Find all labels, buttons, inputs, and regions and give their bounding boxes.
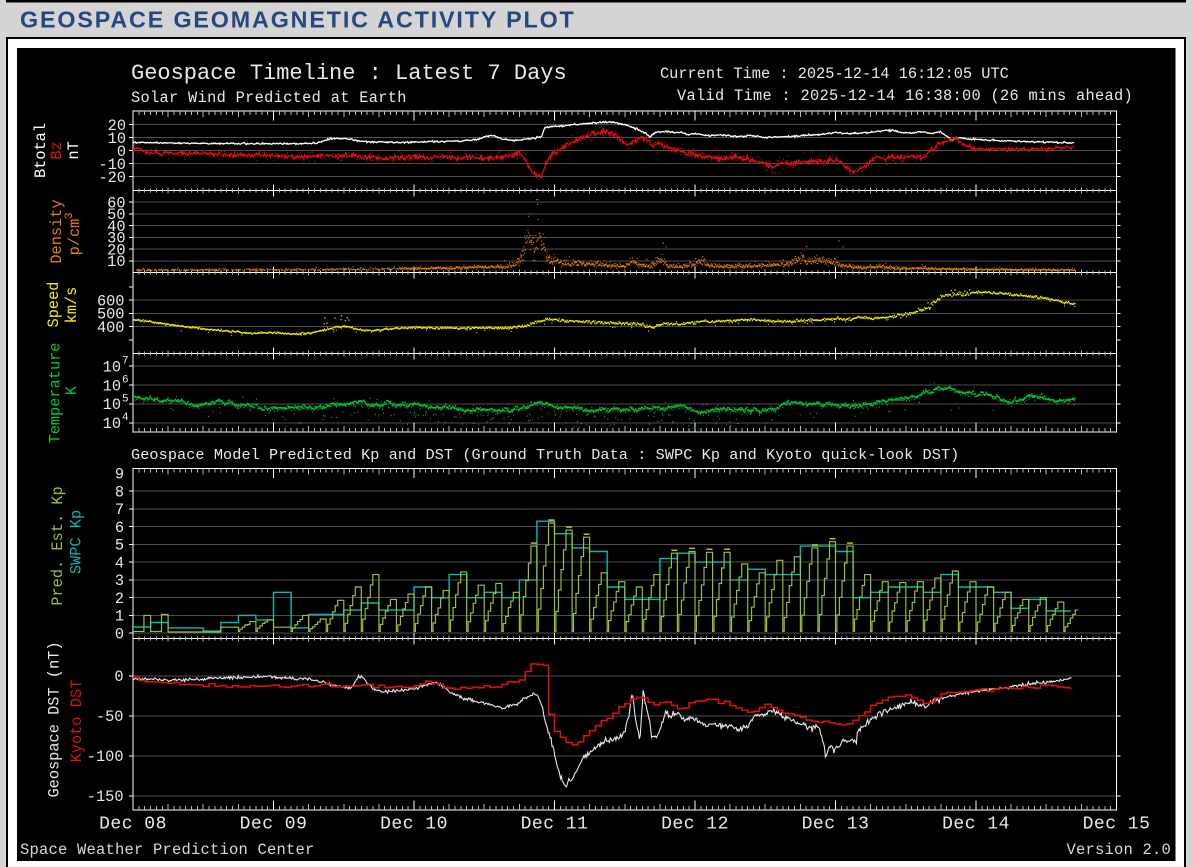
svg-text:-50: -50: [96, 708, 124, 726]
svg-text:10: 10: [103, 377, 121, 395]
svg-text:Density: Density: [48, 199, 66, 263]
svg-text:400: 400: [97, 319, 125, 337]
svg-text:-20: -20: [98, 169, 126, 187]
svg-text:nT: nT: [65, 141, 83, 159]
svg-text:Dec 08: Dec 08: [99, 815, 167, 835]
svg-text:10: 10: [107, 253, 125, 271]
svg-text:6: 6: [122, 375, 129, 387]
svg-text:Solar Wind Predicted at Earth: Solar Wind Predicted at Earth: [131, 89, 407, 107]
svg-text:5: 5: [122, 393, 129, 405]
svg-text:Geospace Model Predicted Kp an: Geospace Model Predicted Kp and DST (Gro…: [131, 446, 959, 464]
svg-text:3: 3: [115, 572, 124, 590]
svg-text:GEOSPACE GEOMAGNETIC ACTIVITY: GEOSPACE GEOMAGNETIC ACTIVITY PLOT: [20, 7, 576, 33]
svg-text:Dec 14: Dec 14: [942, 815, 1010, 835]
svg-text:10: 10: [103, 396, 121, 414]
svg-text:km/s: km/s: [63, 287, 81, 324]
svg-text:Dec 10: Dec 10: [380, 815, 448, 835]
svg-text:Bz: Bz: [48, 141, 66, 159]
svg-text:10: 10: [103, 415, 121, 433]
svg-text:4: 4: [122, 412, 129, 424]
svg-text:SWPC Kp: SWPC Kp: [68, 510, 86, 574]
svg-text:p/cm: p/cm: [66, 219, 84, 256]
svg-text:Dec 09: Dec 09: [240, 815, 308, 835]
svg-text:1: 1: [115, 608, 124, 626]
svg-text:2: 2: [115, 590, 124, 608]
svg-text:Temperature: Temperature: [47, 343, 65, 444]
svg-text:Dec 15: Dec 15: [1083, 815, 1151, 835]
svg-text:8: 8: [115, 483, 124, 501]
svg-text:5: 5: [115, 537, 124, 555]
svg-text:Kyoto DST: Kyoto DST: [68, 680, 86, 763]
svg-text:3: 3: [64, 212, 76, 219]
svg-text:Version 2.0: Version 2.0: [1066, 841, 1171, 859]
svg-text:Current Time : 2025-12-14 16:1: Current Time : 2025-12-14 16:12:05 UTC: [660, 65, 1009, 83]
svg-text:Valid Time : 2025-12-14 16:38:: Valid Time : 2025-12-14 16:38:00 (26 min…: [677, 87, 1133, 105]
svg-text:9: 9: [115, 466, 124, 484]
svg-text:0: 0: [115, 626, 124, 644]
svg-text:4: 4: [115, 554, 124, 572]
svg-text:Dec 11: Dec 11: [521, 815, 589, 835]
svg-text:Speed: Speed: [45, 282, 63, 328]
svg-text:Geospace DST (nT): Geospace DST (nT): [46, 641, 64, 797]
svg-text:7: 7: [115, 501, 124, 519]
svg-text:-150: -150: [87, 788, 124, 806]
svg-text:0: 0: [114, 668, 123, 686]
svg-text:10: 10: [103, 359, 121, 377]
svg-text:Space Weather Prediction Cente: Space Weather Prediction Center: [20, 841, 315, 859]
svg-text:Dec 12: Dec 12: [661, 815, 729, 835]
svg-text:7: 7: [122, 356, 129, 368]
svg-text:K: K: [63, 385, 81, 395]
svg-text:-100: -100: [87, 748, 124, 766]
svg-text:Pred. Est. Kp: Pred. Est. Kp: [49, 486, 67, 605]
svg-text:Geospace Timeline : Latest 7 D: Geospace Timeline : Latest 7 Days: [131, 61, 567, 86]
svg-text:Dec 13: Dec 13: [802, 815, 870, 835]
svg-text:6: 6: [115, 519, 124, 537]
